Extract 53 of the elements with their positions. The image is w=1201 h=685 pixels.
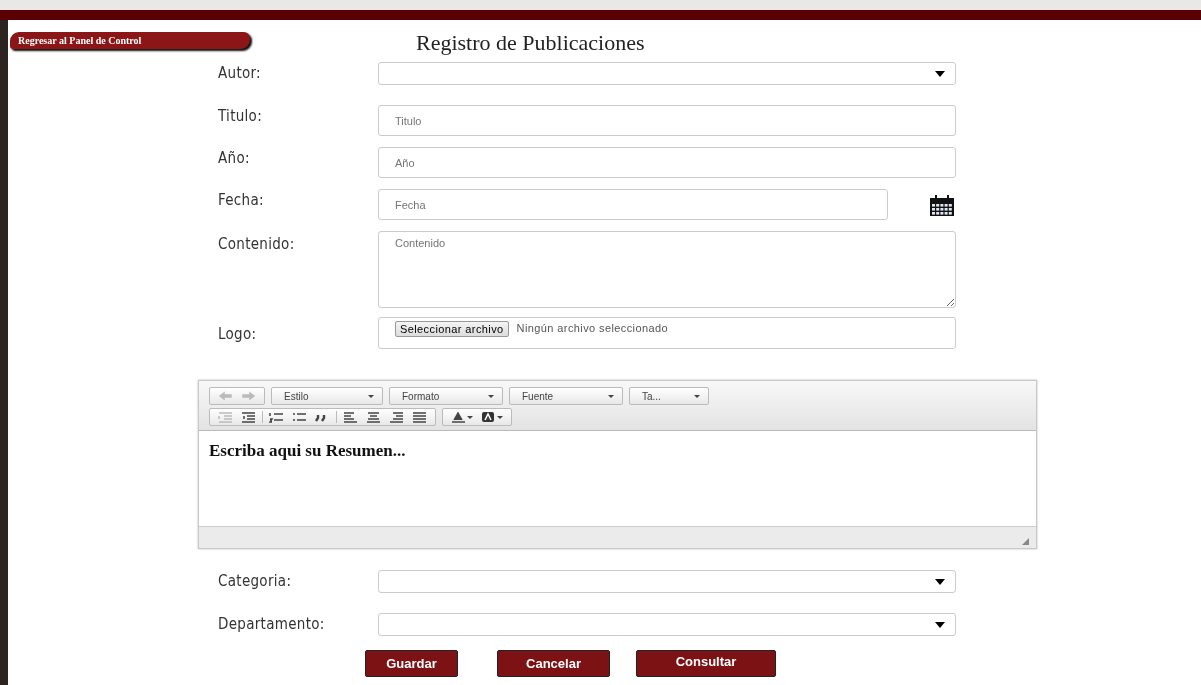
action-button[interactable]: Guardar — [365, 650, 458, 677]
field-label: Logo: — [218, 324, 258, 343]
text-color-icon[interactable] — [451, 411, 466, 423]
input-field[interactable]: Año — [378, 147, 956, 178]
toolbar-dropdown[interactable]: Estilo — [271, 387, 383, 405]
caret-icon — [935, 70, 945, 77]
page-title: Registro de Publicaciones — [416, 30, 645, 56]
caret-icon — [935, 621, 945, 628]
background-color-icon[interactable] — [481, 411, 496, 423]
back-button[interactable]: Regresar al Panel de Control — [10, 32, 250, 49]
caret-icon — [497, 415, 503, 419]
toolbar-dropdown[interactable]: Fuente — [509, 387, 623, 405]
indent-icon[interactable] — [241, 411, 256, 423]
field-label: Titulo: — [218, 106, 264, 125]
field-label: Fecha: — [218, 190, 265, 209]
dropdown-field[interactable] — [378, 570, 956, 593]
action-button[interactable]: Consultar — [636, 650, 776, 677]
toolbar-dropdown[interactable]: Formato — [389, 387, 503, 405]
field-label: Departamento: — [218, 614, 326, 633]
dropdown-label: Formato — [402, 390, 440, 402]
file-status-text: Ningún archivo seleccionado — [516, 322, 669, 334]
align-left-icon[interactable] — [343, 411, 358, 423]
file-input-field[interactable]: Seleccionar archivo Ningún archivo seleccionado — [378, 317, 956, 349]
field-label: Autor: — [218, 63, 262, 82]
caret-icon — [935, 578, 945, 585]
dropdown-field[interactable] — [378, 62, 956, 85]
caret-icon — [608, 394, 614, 398]
caret-icon — [368, 394, 374, 398]
dropdown-label: Estilo — [284, 390, 309, 402]
caret-icon — [488, 394, 494, 398]
align-right-icon[interactable] — [389, 411, 404, 423]
text-area[interactable]: Contenido — [378, 231, 956, 308]
justify-icon[interactable] — [412, 411, 427, 423]
dropdown-field[interactable] — [378, 613, 956, 636]
input-field[interactable]: Titulo — [378, 105, 956, 136]
caret-icon — [694, 394, 700, 398]
dropdown-label: Ta... — [642, 390, 661, 402]
field-label: Categoria: — [218, 571, 293, 590]
numbered-list-icon[interactable] — [269, 411, 284, 423]
choose-file-button[interactable]: Seleccionar archivo — [395, 321, 509, 337]
field-label: Contenido: — [218, 234, 296, 253]
toolbar-dropdown[interactable]: Ta... — [629, 387, 709, 405]
field-label: Año: — [218, 148, 251, 167]
caret-icon — [467, 415, 473, 419]
resize-grip-icon[interactable] — [1022, 538, 1029, 545]
calendar-icon[interactable] — [930, 195, 954, 216]
dropdown-label: Fuente — [522, 390, 554, 402]
bullet-list-icon[interactable] — [292, 411, 307, 423]
input-field[interactable]: Fecha — [378, 189, 888, 220]
editor-area[interactable]: Escriba aqui su Resumen... — [199, 431, 1036, 526]
action-button[interactable]: Cancelar — [497, 650, 610, 677]
align-center-icon[interactable] — [366, 411, 381, 423]
editor-content: Escriba aqui su Resumen... — [209, 441, 406, 460]
